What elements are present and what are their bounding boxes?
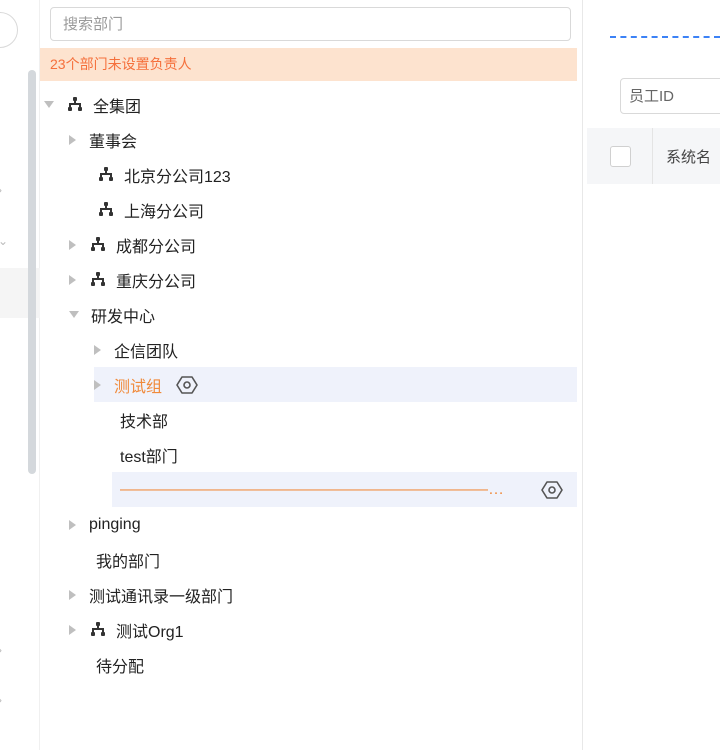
tree-node-label: 技术部	[120, 413, 169, 431]
settings-icon[interactable]	[541, 479, 563, 501]
left-rail: › ⌄ › ›	[0, 0, 40, 750]
caret-right-icon[interactable]	[69, 134, 76, 145]
department-search-input[interactable]	[50, 7, 571, 41]
tree-node[interactable]: 测试Org1	[69, 612, 577, 647]
tree-node-label: 上海分公司	[124, 203, 205, 221]
active-tab-indicator	[610, 36, 720, 38]
tree-node-label: pinging	[89, 515, 141, 533]
department-tree-panel: 23个部门未设置负责人 全集团 董事会 北京分公司123	[40, 0, 583, 750]
caret-right-icon[interactable]	[94, 344, 101, 355]
tree-node[interactable]: 全集团	[44, 87, 577, 122]
tree-node-selected[interactable]: 测试组	[94, 367, 577, 402]
tree-node[interactable]: pinging	[69, 507, 577, 542]
tree-node-label: 我的部门	[96, 553, 161, 571]
tree-node[interactable]: 成都分公司	[69, 227, 577, 262]
tree-node-label: ————————————————————————————	[120, 480, 505, 498]
caret-right-icon[interactable]	[69, 624, 76, 635]
caret-down-icon[interactable]	[44, 101, 54, 108]
caret-down-icon[interactable]	[69, 311, 79, 318]
org-icon	[68, 96, 82, 111]
settings-icon[interactable]	[176, 374, 198, 396]
caret-right-icon[interactable]	[94, 379, 101, 390]
scrollbar-thumb[interactable]	[28, 70, 36, 474]
tree-node[interactable]: 董事会	[69, 122, 577, 157]
tree-node-label: 测试Org1	[116, 623, 184, 641]
caret-right-icon[interactable]	[69, 274, 76, 285]
org-icon	[99, 166, 113, 181]
employee-panel: 系统名	[584, 0, 720, 750]
tree-node[interactable]: 北京分公司123	[97, 157, 577, 192]
tree-node-label: test部门	[120, 448, 178, 466]
tree-node[interactable]: test部门	[120, 437, 577, 472]
tree-node[interactable]: 重庆分公司	[69, 262, 577, 297]
unassigned-manager-notice[interactable]: 23个部门未设置负责人	[40, 48, 577, 81]
tree-node-label: 全集团	[93, 98, 142, 116]
tree-node-label: 北京分公司123	[124, 168, 231, 186]
org-icon	[91, 621, 105, 636]
tree-node[interactable]: 企信团队	[94, 332, 577, 367]
chevron-right-icon[interactable]: ›	[0, 184, 8, 196]
tree-node[interactable]: 我的部门	[96, 542, 577, 577]
avatar[interactable]	[0, 12, 18, 48]
tree-node-label: 成都分公司	[116, 238, 197, 256]
select-all-checkbox[interactable]	[610, 146, 631, 167]
tree-node[interactable]: 研发中心	[69, 297, 577, 332]
tree-node-label: 董事会	[89, 133, 138, 151]
tree-node[interactable]: 测试通讯录一级部门	[69, 577, 577, 612]
table-header: 系统名	[587, 128, 720, 184]
caret-right-icon[interactable]	[69, 239, 76, 250]
tree-node-label: 待分配	[96, 658, 145, 676]
caret-right-icon[interactable]	[69, 589, 76, 600]
tree-node-label: 测试通讯录一级部门	[89, 588, 234, 606]
employee-id-input[interactable]	[620, 78, 720, 114]
column-header-system-name[interactable]: 系统名	[666, 146, 711, 167]
org-icon	[91, 271, 105, 286]
caret-right-icon[interactable]	[69, 519, 76, 530]
chevron-down-icon[interactable]: ⌄	[0, 235, 8, 247]
tree-node[interactable]: 待分配	[96, 647, 577, 682]
tree-node[interactable]: 技术部	[120, 402, 577, 437]
chevron-right-icon[interactable]: ›	[0, 694, 8, 706]
chevron-right-icon[interactable]: ›	[0, 644, 8, 656]
column-divider	[652, 128, 653, 184]
tree-node-hovered[interactable]: ————————————————————————————	[112, 472, 577, 507]
tree-node-label: 企信团队	[114, 343, 179, 361]
tree-node-label: 重庆分公司	[116, 273, 197, 291]
org-icon	[99, 201, 113, 216]
tree-node-label: 测试组	[114, 378, 163, 396]
tree-node-label: 研发中心	[91, 308, 156, 326]
org-icon	[91, 236, 105, 251]
tree-node[interactable]: 上海分公司	[97, 192, 577, 227]
